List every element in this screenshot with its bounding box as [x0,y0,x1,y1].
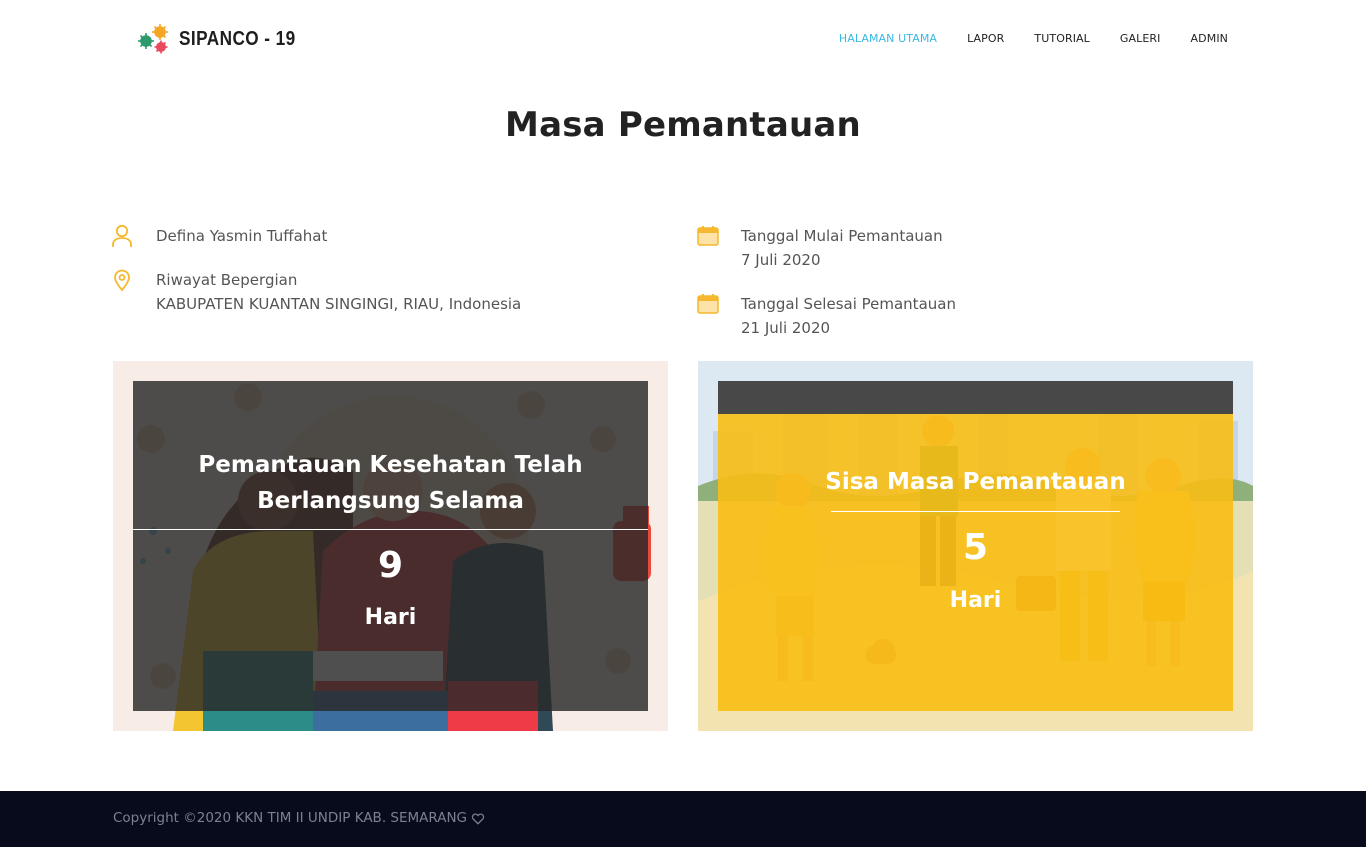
elapsed-days-number: 9 [377,545,404,586]
remaining-overlay: Sisa Masa Pemantauan 5 Hari [718,414,1233,711]
nav-item-galeri[interactable]: GALERI [1120,32,1161,45]
end-date-value: 21 Juli 2020 [741,319,831,337]
nav-item-lapor[interactable]: LAPOR [967,32,1004,45]
elapsed-days-unit: Hari [364,605,417,630]
elapsed-heading-line2: Berlangsung Selama [257,488,524,514]
elapsed-heading-line1: Pemantauan Kesehatan Telah [198,452,583,478]
info-end-date: Tanggal Selesai Pemantauan 21 Juli 2020 [696,292,956,340]
end-date-label: Tanggal Selesai Pemantauan [741,295,956,313]
remaining-divider [831,511,1120,512]
info-name: Defina Yasmin Tuffahat [111,224,327,248]
footer: Copyright ©2020 KKN TIM II UNDIP KAB. SE… [0,791,1366,847]
remaining-overlay-top-bar [718,381,1233,414]
elapsed-overlay: Pemantauan Kesehatan Telah Berlangsung S… [133,381,648,711]
elapsed-divider [133,529,648,530]
start-date-label: Tanggal Mulai Pemantauan [741,227,943,245]
virus-cluster-icon [137,22,171,56]
navbar: SIPANCO - 19 HALAMAN UTAMA LAPOR TUTORIA… [0,0,1366,80]
map-pin-icon [111,268,133,292]
nav-item-tutorial[interactable]: TUTORIAL [1034,32,1090,45]
patient-name: Defina Yasmin Tuffahat [156,227,328,245]
calendar-icon [696,224,719,246]
info-travel: Riwayat Bepergian KABUPATEN KUANTAN SING… [111,268,521,316]
travel-value: KABUPATEN KUANTAN SINGINGI, RIAU, Indone… [156,295,522,313]
heart-icon [471,812,485,825]
main-nav: HALAMAN UTAMA LAPOR TUTORIAL GALERI ADMI… [809,32,1228,45]
page-title: Masa Pemantauan [505,105,861,145]
travel-label: Riwayat Bepergian [156,271,298,289]
brand-name: SIPANCO - 19 [179,27,296,50]
footer-copyright: Copyright ©2020 KKN TIM II UNDIP KAB. SE… [113,810,485,826]
brand-logo-link[interactable]: SIPANCO - 19 [137,22,315,56]
remaining-heading: Sisa Masa Pemantauan [825,469,1126,495]
elapsed-monitoring-card: Pemantauan Kesehatan Telah Berlangsung S… [113,361,668,731]
user-icon [111,224,133,247]
info-start-date: Tanggal Mulai Pemantauan 7 Juli 2020 [696,224,943,272]
remaining-days-number: 5 [962,527,989,568]
remaining-days-unit: Hari [949,588,1002,613]
remaining-monitoring-card: Sisa Masa Pemantauan 5 Hari [698,361,1253,731]
start-date-value: 7 Juli 2020 [741,251,821,269]
copyright-text: Copyright ©2020 KKN TIM II UNDIP KAB. SE… [113,810,468,826]
calendar-icon [696,292,719,314]
nav-item-halaman-utama[interactable]: HALAMAN UTAMA [839,32,937,45]
nav-item-admin[interactable]: ADMIN [1191,32,1228,45]
